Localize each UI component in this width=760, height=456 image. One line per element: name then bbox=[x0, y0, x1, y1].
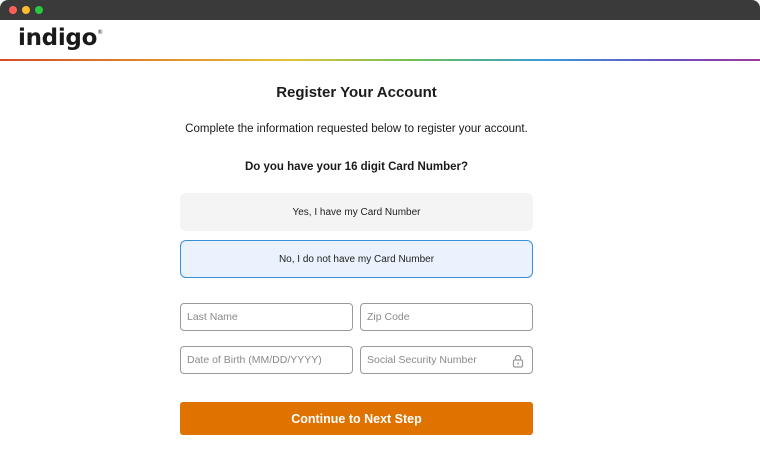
site-header: indigo® bbox=[0, 20, 760, 60]
has-card-number-label: Yes, I have my Card Number bbox=[292, 206, 421, 218]
minimize-window-dot[interactable] bbox=[22, 6, 30, 14]
date-of-birth-placeholder: Date of Birth (MM/DD/YYYY) bbox=[187, 354, 322, 366]
zip-code-placeholder: Zip Code bbox=[367, 311, 410, 323]
date-of-birth-field[interactable]: Date of Birth (MM/DD/YYYY) bbox=[180, 346, 353, 374]
page-title: Register Your Account bbox=[276, 84, 437, 101]
lock-icon bbox=[512, 354, 524, 368]
maximize-window-dot[interactable] bbox=[35, 6, 43, 14]
page-subtitle: Complete the information requested below… bbox=[185, 123, 528, 135]
indigo-logo[interactable]: indigo® bbox=[18, 25, 103, 51]
last-name-field[interactable]: Last Name bbox=[180, 303, 353, 331]
no-card-number-option[interactable]: No, I do not have my Card Number bbox=[180, 240, 533, 278]
no-card-number-label: No, I do not have my Card Number bbox=[278, 253, 435, 265]
logo-text: indigo bbox=[18, 25, 98, 51]
close-window-dot[interactable] bbox=[9, 6, 17, 14]
last-name-placeholder: Last Name bbox=[187, 311, 238, 323]
registration-panel: Register Your Account Complete the infor… bbox=[0, 61, 760, 456]
registered-mark: ® bbox=[97, 29, 103, 36]
ssn-field[interactable]: Social Security Number bbox=[360, 346, 533, 374]
window-titlebar bbox=[0, 0, 760, 20]
continue-button[interactable]: Continue to Next Step bbox=[180, 402, 533, 435]
has-card-number-option[interactable]: Yes, I have my Card Number bbox=[180, 193, 533, 231]
zip-code-field[interactable]: Zip Code bbox=[360, 303, 533, 331]
ssn-placeholder: Social Security Number bbox=[367, 354, 477, 366]
continue-button-label: Continue to Next Step bbox=[291, 411, 422, 426]
card-number-question: Do you have your 16 digit Card Number? bbox=[244, 161, 468, 173]
